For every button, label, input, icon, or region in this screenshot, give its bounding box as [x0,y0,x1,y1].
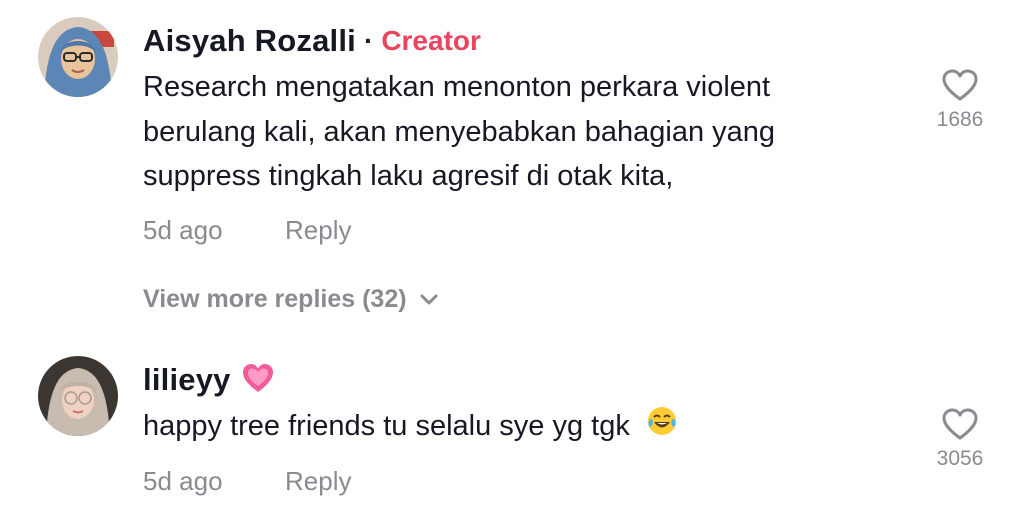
comment-text: Research mengatakan menonton perkara vio… [143,65,863,199]
heart-icon [930,68,990,102]
username[interactable]: lilieyy [143,362,231,398]
comment-body: Aisyah Rozalli · Creator Research mengat… [143,20,863,199]
comment-text: happy tree friends tu selalu sye yg tgk [143,404,863,450]
comment-text-line: suppress tingkah laku agresif di otak ki… [143,160,674,192]
separator-dot: · [363,25,374,56]
like-count: 1686 [936,108,984,131]
pink-heart-emoji [241,362,275,399]
like-count: 3056 [936,447,984,470]
comment-text-line: Research mengatakan menonton perkara vio… [143,71,771,103]
comment-text-line: happy tree friends tu selalu sye yg tgk [143,410,630,442]
reply-button[interactable]: Reply [285,215,351,246]
comment-timestamp: 5d ago [143,215,223,245]
comment-meta: 5d ago Reply [143,466,351,497]
comment-body: lilieyy happy tree friends tu selalu sye… [143,359,863,450]
comment-list: Aisyah Rozalli · Creator Research mengat… [0,0,1028,520]
reply-button[interactable]: Reply [285,466,351,497]
comment-text-line: berulang kali, akan menyebabkan bahagian… [143,115,776,148]
tears-of-joy-emoji [646,405,678,451]
comment-header: lilieyy [143,359,863,401]
comment-timestamp: 5d ago [143,466,223,496]
comment-meta: 5d ago Reply [143,215,351,246]
chevron-down-icon [419,285,439,314]
comment-header: Aisyah Rozalli · Creator [143,20,863,62]
view-more-label: View more replies (32) [143,285,407,313]
creator-badge: Creator [381,25,481,56]
heart-icon [930,407,990,441]
avatar[interactable] [38,17,118,97]
like-button[interactable]: 1686 [930,68,990,132]
view-more-replies-button[interactable]: View more replies (32) [143,285,439,314]
username[interactable]: Aisyah Rozalli [143,23,356,59]
like-button[interactable]: 3056 [930,407,990,471]
avatar[interactable] [38,356,118,436]
